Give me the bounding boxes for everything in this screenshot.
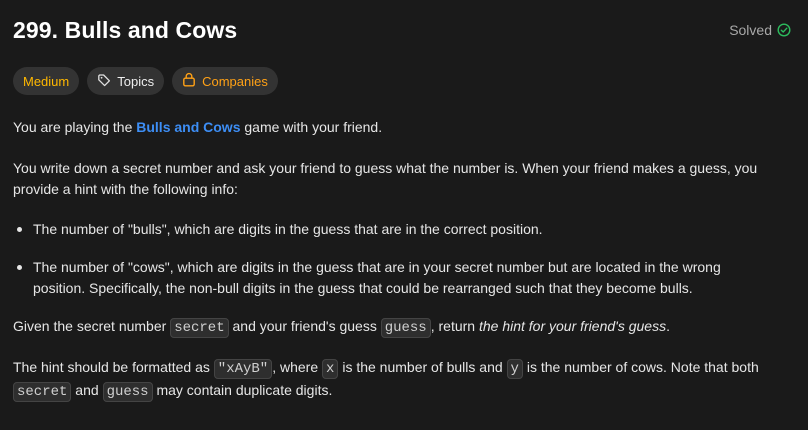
- tag-icon: [97, 73, 111, 90]
- text-span: , where: [272, 359, 323, 375]
- text-span: and your friend's guess: [228, 318, 381, 334]
- solved-label: Solved: [729, 22, 772, 38]
- task-paragraph: Given the secret number secret and your …: [13, 316, 793, 339]
- emphasis-text: the hint for your friend's guess: [478, 318, 667, 334]
- companies-label: Companies: [202, 73, 268, 89]
- companies-button[interactable]: Companies: [172, 67, 278, 95]
- lock-icon: [182, 72, 196, 90]
- solved-status: Solved: [729, 22, 791, 38]
- rules-paragraph: You write down a secret number and ask y…: [13, 160, 758, 197]
- code-secret-2: secret: [13, 382, 72, 402]
- intro-paragraph: You are playing the Bulls and Cows game …: [13, 117, 793, 138]
- difficulty-badge: Medium: [13, 67, 80, 95]
- text-span: , return: [430, 318, 479, 334]
- text-span: is the number of bulls and: [338, 359, 507, 375]
- code-x: x: [322, 359, 339, 379]
- bulls-and-cows-link[interactable]: Bulls and Cows: [136, 119, 240, 135]
- topics-button[interactable]: Topics: [87, 67, 165, 95]
- list-item-cows: The number of "cows", which are digits i…: [13, 257, 773, 299]
- text-span: may contain duplicate digits.: [152, 382, 333, 398]
- text-span: and: [71, 382, 103, 398]
- text-span: is the number of cows. Note that both: [522, 359, 759, 375]
- code-y: y: [506, 359, 523, 379]
- text-span: .: [666, 318, 670, 334]
- code-guess-2: guess: [102, 382, 153, 402]
- topics-label: Topics: [117, 73, 155, 89]
- format-paragraph: The hint should be formatted as "xAyB", …: [13, 357, 793, 403]
- text-span: game with your friend.: [240, 119, 383, 135]
- code-guess: guess: [380, 318, 431, 338]
- hint-info-list: The number of "bulls", which are digits …: [13, 219, 773, 316]
- list-item-bulls: The number of "bulls", which are digits …: [13, 219, 773, 240]
- problem-title[interactable]: 299. Bulls and Cows: [13, 17, 237, 44]
- difficulty-label: Medium: [23, 73, 70, 89]
- code-format: "xAyB": [213, 359, 273, 379]
- text-span: The hint should be formatted as: [13, 359, 214, 375]
- check-circle-icon: [777, 23, 791, 37]
- text-span: You are playing the: [13, 119, 137, 135]
- title-row: 299. Bulls and Cows Solved: [13, 14, 793, 46]
- code-secret: secret: [170, 318, 229, 338]
- tag-bar: Medium Topics Companies: [13, 67, 278, 95]
- text-span: Given the secret number: [13, 318, 171, 334]
